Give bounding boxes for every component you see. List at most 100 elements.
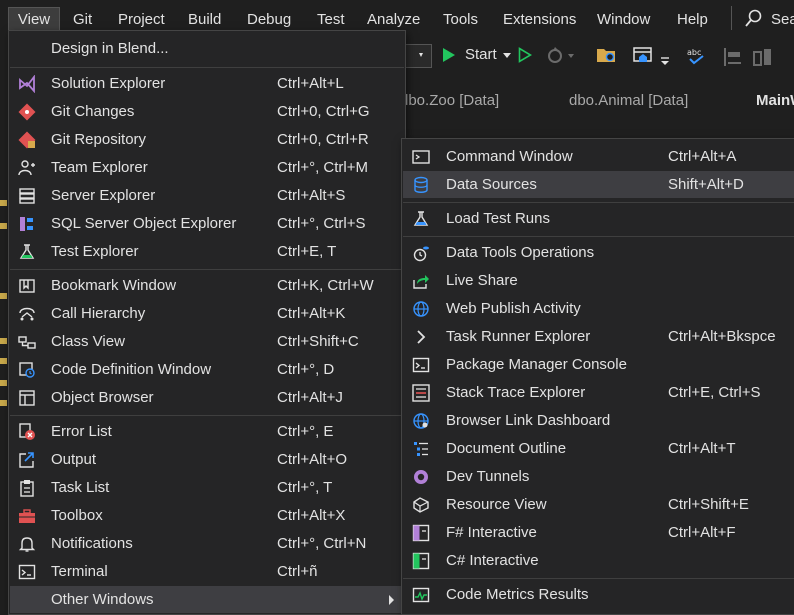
menu-item-data-tools-operations[interactable]: Data Tools Operations <box>403 239 794 266</box>
menu-item-other-windows[interactable]: Other Windows <box>10 586 404 613</box>
view-menu: Design in Blend... Solution Explorer Ctr… <box>8 30 406 615</box>
menu-item-label: Notifications <box>51 535 133 552</box>
menu-item-data-sources[interactable]: Data Sources Shift+Alt+D <box>403 171 794 198</box>
menu-item-csharp-interactive[interactable]: C# Interactive <box>403 547 794 574</box>
strip-marker <box>0 338 7 344</box>
tab-dbo-zoo[interactable]: dbo.Zoo [Data] <box>400 92 499 109</box>
start-play-icon[interactable] <box>442 47 456 63</box>
menu-item-label: Terminal <box>51 563 108 580</box>
menu-tools[interactable]: Tools <box>443 8 478 32</box>
server-explorer-icon <box>18 187 36 205</box>
menu-item-design-in-blend[interactable]: Design in Blend... <box>10 35 404 62</box>
menu-item-code-definition-window[interactable]: Code Definition Window Ctrl+°, D <box>10 356 404 383</box>
menu-item-shortcut: Ctrl+0, Ctrl+R <box>277 131 369 148</box>
menu-item-notifications[interactable]: Notifications Ctrl+°, Ctrl+N <box>10 530 404 557</box>
menu-item-git-repository[interactable]: Git Repository Ctrl+0, Ctrl+R <box>10 126 404 153</box>
menu-item-document-outline[interactable]: Document Outline Ctrl+Alt+T <box>403 435 794 462</box>
menu-item-live-share[interactable]: Live Share <box>403 267 794 294</box>
menu-item-terminal[interactable]: Terminal Ctrl+ñ <box>10 558 404 585</box>
menu-item-server-explorer[interactable]: Server Explorer Ctrl+Alt+S <box>10 182 404 209</box>
menu-item-label: Git Changes <box>51 103 135 120</box>
menu-item-output[interactable]: Output Ctrl+Alt+O <box>10 446 404 473</box>
menu-test[interactable]: Test <box>317 8 345 32</box>
load-test-icon <box>412 210 430 228</box>
menu-item-git-changes[interactable]: Git Changes Ctrl+0, Ctrl+G <box>10 98 404 125</box>
menu-item-label: Git Repository <box>51 131 147 148</box>
menu-item-label: Stack Trace Explorer <box>446 384 586 401</box>
overflow-dropdown-icon[interactable] <box>660 56 670 66</box>
menu-item-label: Data Tools Operations <box>446 244 595 261</box>
browser-icon[interactable] <box>632 45 654 67</box>
tab-dbo-animal[interactable]: dbo.Animal [Data] <box>569 92 688 109</box>
strip-marker <box>0 223 7 229</box>
menu-item-command-window[interactable]: Command Window Ctrl+Alt+A <box>403 143 794 170</box>
data-sources-icon <box>412 176 430 194</box>
menu-git[interactable]: Git <box>73 8 92 32</box>
menu-separator <box>10 415 404 416</box>
menu-item-label: Live Share <box>446 272 518 289</box>
toolbox-icon <box>18 507 36 525</box>
menu-item-web-publish-activity[interactable]: Web Publish Activity <box>403 295 794 322</box>
menu-item-shortcut: Ctrl+Alt+J <box>277 389 343 406</box>
menu-item-task-list[interactable]: Task List Ctrl+°, T <box>10 474 404 501</box>
menu-item-task-runner-explorer[interactable]: Task Runner Explorer Ctrl+Alt+Bkspce <box>403 323 794 350</box>
menu-item-shortcut: Ctrl+Alt+O <box>277 451 348 468</box>
menu-project[interactable]: Project <box>118 8 165 32</box>
test-explorer-icon <box>18 243 36 261</box>
configuration-dropdown[interactable] <box>405 44 432 68</box>
menu-item-label: Server Explorer <box>51 187 156 204</box>
strip-marker <box>0 200 7 206</box>
menu-item-toolbox[interactable]: Toolbox Ctrl+Alt+X <box>10 502 404 529</box>
menu-item-call-hierarchy[interactable]: Call Hierarchy Ctrl+Alt+K <box>10 300 404 327</box>
menu-item-package-manager-console[interactable]: Package Manager Console <box>403 351 794 378</box>
menu-item-label: Load Test Runs <box>446 210 550 227</box>
menu-window[interactable]: Window <box>597 8 650 32</box>
align-icon[interactable] <box>722 46 744 68</box>
svg-text:abc: abc <box>687 48 701 57</box>
menu-item-stack-trace-explorer[interactable]: Stack Trace Explorer Ctrl+E, Ctrl+S <box>403 379 794 406</box>
menu-item-solution-explorer[interactable]: Solution Explorer Ctrl+Alt+L <box>10 70 404 97</box>
menu-item-shortcut: Ctrl+°, D <box>277 361 335 378</box>
menu-item-team-explorer[interactable]: Team Explorer Ctrl+°, Ctrl+M <box>10 154 404 181</box>
tab-mainwindow[interactable]: MainW <box>756 92 794 109</box>
menu-item-label: Data Sources <box>446 176 537 193</box>
menu-item-test-explorer[interactable]: Test Explorer Ctrl+E, T <box>10 238 404 265</box>
menu-item-label: Bookmark Window <box>51 277 177 294</box>
menu-item-shortcut: Ctrl+Alt+K <box>277 305 346 322</box>
start-without-debug-icon[interactable] <box>518 47 532 63</box>
start-dropdown-icon[interactable] <box>503 53 511 59</box>
menu-item-shortcut: Ctrl+°, Ctrl+M <box>277 159 369 176</box>
menu-item-sql-server-object-explorer[interactable]: SQL Server Object Explorer Ctrl+°, Ctrl+… <box>10 210 404 237</box>
menu-item-object-browser[interactable]: Object Browser Ctrl+Alt+J <box>10 384 404 411</box>
menu-item-browser-link-dashboard[interactable]: Browser Link Dashboard <box>403 407 794 434</box>
menu-item-label: Code Metrics Results <box>446 586 589 603</box>
menu-item-label: Design in Blend... <box>51 40 169 57</box>
start-button[interactable]: Start <box>465 46 497 63</box>
code-metrics-icon <box>412 586 430 604</box>
chevron-right-icon <box>412 328 430 346</box>
menu-debug[interactable]: Debug <box>247 8 291 32</box>
menu-item-code-metrics-results[interactable]: Code Metrics Results <box>403 581 794 608</box>
menu-help[interactable]: Help <box>677 8 708 32</box>
search-icon[interactable] <box>744 8 764 30</box>
search-label[interactable]: Sea <box>771 8 794 32</box>
menu-item-shortcut: Shift+Alt+D <box>668 176 744 193</box>
spell-check-icon[interactable]: abc <box>686 46 708 68</box>
layout-icon[interactable] <box>752 46 774 68</box>
menu-item-error-list[interactable]: Error List Ctrl+°, E <box>10 418 404 445</box>
menu-build[interactable]: Build <box>188 8 221 32</box>
menu-analyze[interactable]: Analyze <box>367 8 420 32</box>
menu-extensions[interactable]: Extensions <box>503 8 576 32</box>
git-repository-icon <box>18 131 36 149</box>
menu-item-class-view[interactable]: Class View Ctrl+Shift+C <box>10 328 404 355</box>
menu-item-dev-tunnels[interactable]: Dev Tunnels <box>403 463 794 490</box>
fsharp-icon <box>412 524 430 542</box>
folder-search-icon[interactable] <box>596 45 618 65</box>
menu-item-load-test-runs[interactable]: Load Test Runs <box>403 205 794 232</box>
hot-reload-icon[interactable] <box>546 45 576 65</box>
data-tools-icon <box>412 244 430 262</box>
menu-item-resource-view[interactable]: Resource View Ctrl+Shift+E <box>403 491 794 518</box>
menu-item-fsharp-interactive[interactable]: F# Interactive Ctrl+Alt+F <box>403 519 794 546</box>
menu-item-bookmark-window[interactable]: Bookmark Window Ctrl+K, Ctrl+W <box>10 272 404 299</box>
menu-item-label: Code Definition Window <box>51 361 212 378</box>
